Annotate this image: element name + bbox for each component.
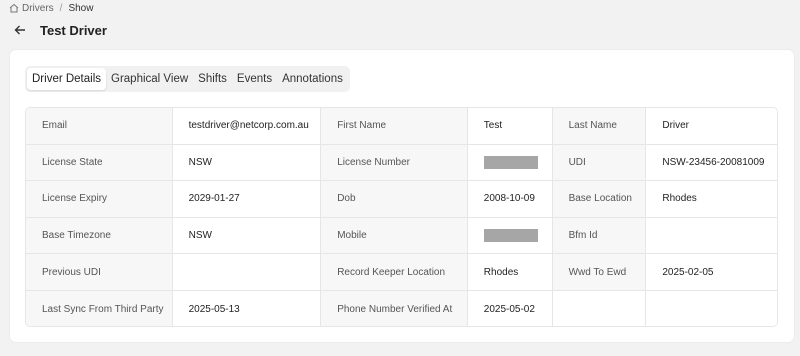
first-name-label: First Name	[321, 108, 468, 144]
license-state-label: License State	[26, 144, 173, 181]
redacted-block	[483, 229, 538, 243]
details-row: Last Sync From Third Party 2025-05-13 Ph…	[26, 290, 777, 326]
details-row: Email testdriver@netcorp.com.au First Na…	[26, 108, 777, 145]
record-keeper-location-label: Record Keeper Location	[321, 254, 468, 290]
tab-graphical-view[interactable]: Graphical View	[106, 68, 193, 90]
breadcrumb-current: Show	[68, 2, 94, 14]
dob-value: 2008-10-09	[467, 181, 553, 217]
mobile-label: Mobile	[321, 217, 468, 254]
page-header: Test Driver	[12, 20, 107, 40]
phone-verified-label: Phone Number Verified At	[321, 290, 468, 326]
breadcrumb-separator: /	[59, 2, 63, 14]
details-card: Driver Details Graphical View Shifts Eve…	[10, 50, 794, 342]
dob-label: Dob	[321, 181, 468, 217]
tab-annotations[interactable]: Annotations	[277, 68, 348, 90]
record-keeper-location-value: Rhodes	[467, 254, 553, 290]
tab-shifts[interactable]: Shifts	[193, 68, 232, 90]
last-name-value: Driver	[646, 108, 777, 144]
first-name-value: Test	[467, 108, 553, 144]
wwd-to-ewd-value: 2025-02-05	[646, 254, 777, 290]
license-state-value: NSW	[172, 144, 322, 181]
home-icon	[9, 3, 19, 13]
last-sync-value: 2025-05-13	[172, 290, 322, 326]
page-title: Test Driver	[40, 22, 107, 38]
details-row: License Expiry 2029-01-27 Dob 2008-10-09…	[26, 181, 777, 218]
phone-verified-value: 2025-05-02	[467, 290, 553, 326]
base-timezone-label: Base Timezone	[26, 217, 173, 254]
details-row: Previous UDI Record Keeper Location Rhod…	[26, 254, 777, 291]
tab-driver-details[interactable]: Driver Details	[27, 68, 107, 90]
base-timezone-value: NSW	[172, 217, 322, 254]
previous-udi-value	[172, 254, 322, 290]
empty-cell	[552, 290, 647, 326]
driver-details-table: Email testdriver@netcorp.com.au First Na…	[25, 107, 778, 327]
base-location-value: Rhodes	[646, 181, 777, 217]
tab-events[interactable]: Events	[232, 68, 277, 90]
back-button[interactable]	[12, 22, 28, 38]
wwd-to-ewd-label: Wwd To Ewd	[552, 254, 647, 290]
bfm-id-value	[646, 217, 777, 254]
license-expiry-value: 2029-01-27	[172, 181, 322, 217]
udi-label: UDI	[552, 144, 647, 181]
email-value: testdriver@netcorp.com.au	[172, 108, 322, 144]
tab-bar: Driver Details Graphical View Shifts Eve…	[25, 66, 350, 92]
empty-cell	[646, 290, 777, 326]
previous-udi-label: Previous UDI	[26, 254, 173, 290]
details-row: License State NSW License Number UDI NSW…	[26, 144, 777, 182]
license-number-label: License Number	[321, 144, 468, 181]
udi-value: NSW-23456-20081009	[646, 144, 777, 181]
details-row: Base Timezone NSW Mobile Bfm Id	[26, 217, 777, 255]
license-expiry-label: License Expiry	[26, 181, 173, 217]
license-number-value	[467, 144, 553, 181]
last-sync-label: Last Sync From Third Party	[26, 290, 173, 326]
mobile-value	[467, 217, 553, 254]
breadcrumb-drivers-link[interactable]: Drivers	[22, 3, 54, 14]
last-name-label: Last Name	[552, 108, 647, 144]
arrow-left-icon	[14, 25, 25, 35]
breadcrumb: Drivers / Show	[9, 2, 93, 14]
base-location-label: Base Location	[552, 181, 647, 217]
email-label: Email	[26, 108, 173, 144]
bfm-id-label: Bfm Id	[552, 217, 647, 254]
redacted-block	[483, 155, 538, 169]
